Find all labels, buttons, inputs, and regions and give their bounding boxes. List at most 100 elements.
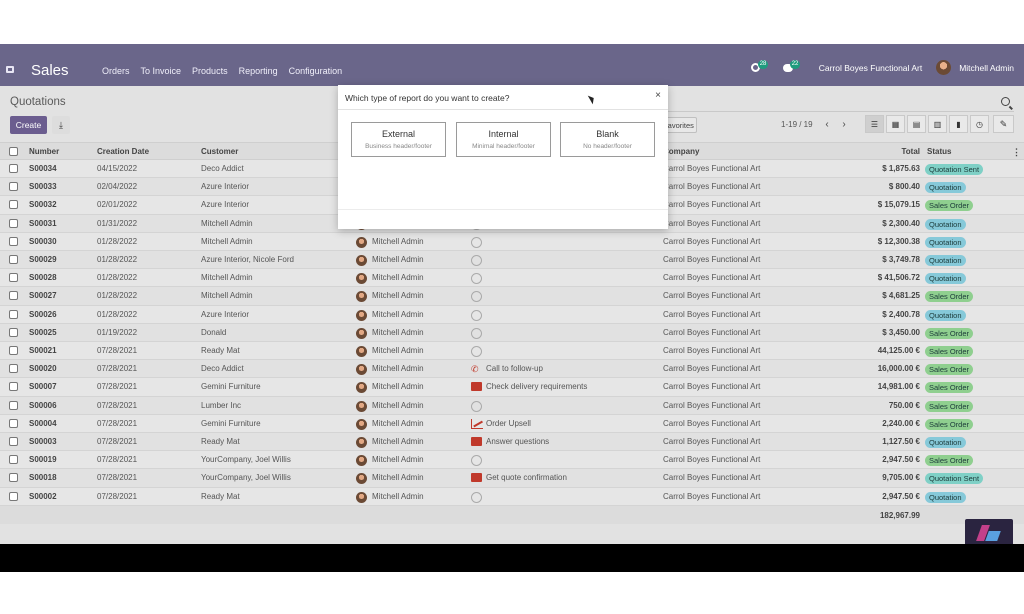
- studio-brush-icon[interactable]: ✎: [993, 115, 1014, 133]
- table-row[interactable]: S00006 07/28/2021 Lumber Inc Mitchell Admin…: [0, 396, 1024, 415]
- list-view-icon[interactable]: ☰: [865, 115, 884, 133]
- table-row[interactable]: S00026 01/28/2022 Azure Interior Mitchell A…: [0, 305, 1024, 324]
- row-checkbox[interactable]: [9, 309, 18, 319]
- activity-clock-icon[interactable]: [471, 236, 482, 248]
- phone-icon[interactable]: ✆: [471, 364, 479, 375]
- cell-salesperson: Mitchell Admin: [372, 473, 424, 483]
- table-row[interactable]: S00018 07/28/2021 YourCompany, Joel Willis…: [0, 469, 1024, 488]
- activity-clock-icon[interactable]: [471, 255, 482, 266]
- table-row[interactable]: S00019 07/28/2021 YourCompany, Joel Willis…: [0, 451, 1024, 470]
- cell-number: S00006: [29, 400, 57, 410]
- row-checkbox[interactable]: [9, 418, 18, 428]
- row-checkbox[interactable]: [9, 273, 18, 283]
- chat-icon[interactable]: 22: [782, 59, 801, 75]
- chevron-left-icon[interactable]: ‹: [820, 116, 834, 132]
- table-row[interactable]: S00029 01/28/2022 Azure Interior, Nicole F…: [0, 251, 1024, 270]
- upsell-chart-icon[interactable]: [471, 418, 483, 429]
- search-input[interactable]: [660, 94, 1014, 112]
- cell-number: S00033: [29, 182, 57, 192]
- pivot-view-icon[interactable]: ▥: [928, 115, 947, 133]
- row-checkbox[interactable]: [9, 364, 18, 374]
- row-checkbox[interactable]: [9, 455, 18, 465]
- row-checkbox[interactable]: [9, 291, 18, 301]
- cell-customer: Ready Mat: [201, 491, 240, 501]
- menu-item-to-invoice[interactable]: To Invoice: [141, 66, 182, 76]
- activity-clock-icon[interactable]: [471, 291, 482, 303]
- download-icon[interactable]: ⤓: [52, 116, 70, 134]
- app-name[interactable]: Sales: [31, 62, 69, 79]
- table-row[interactable]: S00007 07/28/2021 Gemini Furniture Mitchell…: [0, 378, 1024, 397]
- menu-item-configuration[interactable]: Configuration: [289, 66, 343, 76]
- activity-clock-icon[interactable]: [471, 491, 482, 503]
- row-checkbox[interactable]: [9, 200, 18, 210]
- company-switcher[interactable]: Carrol Boyes Functional Art: [819, 63, 922, 73]
- activity-view-icon[interactable]: ◷: [970, 115, 989, 133]
- row-checkbox[interactable]: [9, 218, 18, 228]
- activity-clock-icon[interactable]: [471, 346, 482, 357]
- row-checkbox[interactable]: [9, 164, 18, 173]
- cell-salesperson: Mitchell Admin: [372, 273, 424, 283]
- user-avatar[interactable]: [936, 60, 952, 75]
- menu-item-reporting[interactable]: Reporting: [239, 66, 278, 76]
- table-row[interactable]: S00021 07/28/2021 Ready Mat Mitchell Admin C…: [0, 342, 1024, 361]
- activity-clock-icon[interactable]: [471, 309, 482, 321]
- table-row[interactable]: S00020 07/28/2021 Deco Addict Mitchell Admi…: [0, 360, 1024, 379]
- header-creation-date[interactable]: Creation Date: [97, 147, 149, 156]
- header-number[interactable]: Number: [29, 147, 59, 156]
- row-checkbox[interactable]: [9, 473, 18, 483]
- select-all-checkbox[interactable]: [9, 147, 18, 156]
- option-external[interactable]: External Business header/footer: [351, 122, 446, 157]
- table-row[interactable]: S00002 07/28/2021 Ready Mat Mitchell Admin C…: [0, 487, 1024, 506]
- status-badge: Quotation: [925, 182, 966, 194]
- activity-clock-icon[interactable]: [471, 400, 482, 412]
- row-checkbox[interactable]: [9, 236, 18, 246]
- kanban-view-icon[interactable]: ▦: [886, 115, 905, 133]
- create-button[interactable]: Create: [10, 116, 47, 134]
- activity-clock-icon[interactable]: [471, 273, 482, 285]
- header-company[interactable]: Company: [663, 147, 699, 156]
- channel-logo: [965, 519, 1013, 544]
- table-row[interactable]: S00028 01/28/2022 Mitchell Admin Mitchell A…: [0, 269, 1024, 288]
- activity-clock-icon[interactable]: [471, 455, 482, 467]
- row-checkbox[interactable]: [9, 346, 18, 355]
- task-icon[interactable]: [471, 473, 482, 483]
- header-status[interactable]: Status: [927, 147, 951, 156]
- cell-company: Carrol Boyes Functional Art: [663, 200, 761, 210]
- cell-salesperson: Mitchell Admin: [372, 346, 424, 355]
- row-checkbox[interactable]: [9, 400, 18, 410]
- optional-columns-icon[interactable]: ⋮: [1012, 147, 1021, 158]
- chevron-right-icon[interactable]: ›: [837, 116, 851, 132]
- table-row[interactable]: S00030 01/28/2022 Mitchell Admin Mitchell A…: [0, 232, 1024, 251]
- table-row[interactable]: S00003 07/28/2021 Ready Mat Mitchell Admin A…: [0, 433, 1024, 452]
- activity-clock-icon[interactable]: [471, 327, 482, 339]
- close-icon[interactable]: ×: [655, 90, 661, 101]
- graph-view-icon[interactable]: ▮: [949, 115, 968, 133]
- calendar-view-icon[interactable]: ▤: [907, 115, 926, 133]
- menu-item-products[interactable]: Products: [192, 66, 228, 76]
- header-total[interactable]: Total: [901, 147, 920, 156]
- task-icon[interactable]: [471, 382, 482, 392]
- cell-total: 1,127.50 €: [882, 437, 920, 446]
- row-checkbox[interactable]: [9, 491, 18, 501]
- menu-item-orders[interactable]: Orders: [102, 66, 130, 76]
- table-row[interactable]: S00025 01/19/2022 Donald Mitchell Admin Carr…: [0, 323, 1024, 342]
- envelope-icon[interactable]: [471, 437, 482, 446]
- table-row[interactable]: S00027 01/28/2022 Mitchell Admin Mitchell A…: [0, 287, 1024, 306]
- row-checkbox[interactable]: [9, 437, 18, 446]
- pager-value[interactable]: 1-19 / 19: [781, 120, 813, 129]
- table-row[interactable]: S00004 07/28/2021 Gemini Furniture Mitchell…: [0, 414, 1024, 433]
- activity-clock-icon[interactable]: 28: [750, 59, 769, 75]
- header-customer[interactable]: Customer: [201, 147, 238, 156]
- option-blank[interactable]: Blank No header/footer: [560, 122, 655, 157]
- user-menu[interactable]: Mitchell Admin: [959, 63, 1014, 73]
- row-checkbox[interactable]: [9, 327, 18, 337]
- row-checkbox[interactable]: [9, 182, 18, 192]
- search-icon[interactable]: [1001, 97, 1010, 106]
- apps-menu-icon[interactable]: [6, 66, 14, 73]
- row-checkbox[interactable]: [9, 382, 18, 392]
- option-internal[interactable]: Internal Minimal header/footer: [456, 122, 551, 157]
- row-checkbox[interactable]: [9, 255, 18, 264]
- cell-creation-date: 07/28/2021: [97, 473, 138, 483]
- status-badge: Quotation: [925, 273, 966, 285]
- cell-customer: Mitchell Admin: [201, 218, 253, 228]
